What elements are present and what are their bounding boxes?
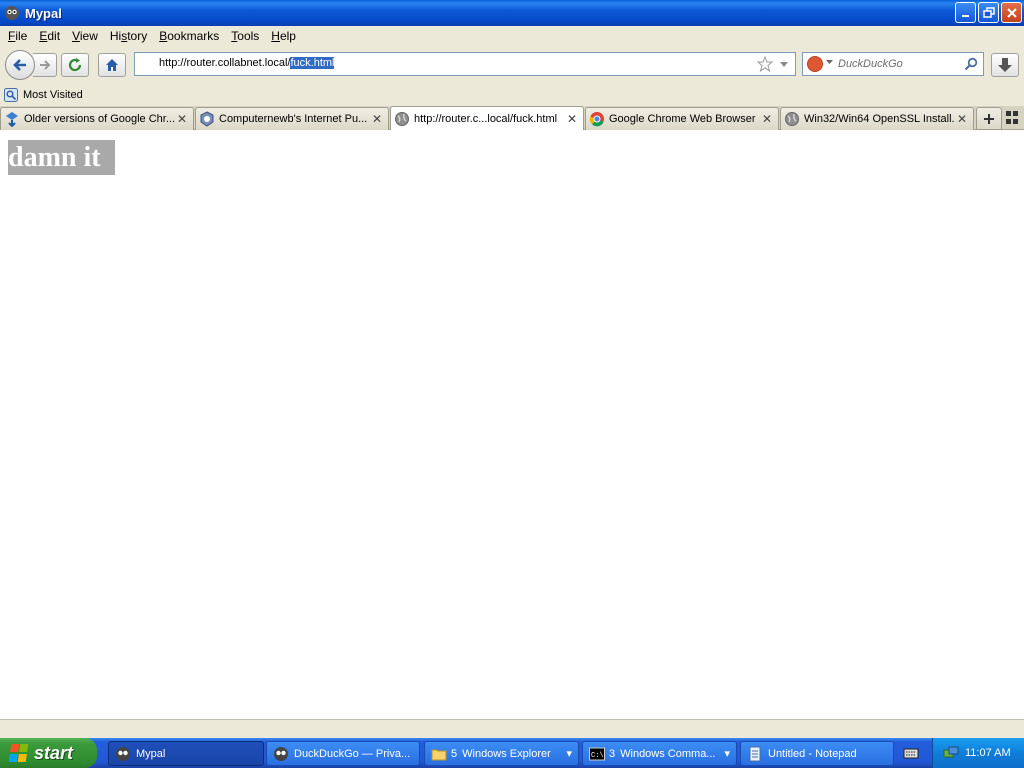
navigation-toolbar: http://router.collabnet.local/fuck.html … [0, 46, 1024, 84]
folder-icon [431, 749, 447, 760]
forward-arrow-icon [39, 60, 50, 70]
notepad-icon [749, 746, 761, 761]
tab-google-chrome[interactable]: Google Chrome Web Browser ✕ [585, 107, 779, 130]
chrome-favicon-icon [589, 112, 604, 127]
menu-view[interactable]: View [66, 29, 104, 43]
bookmark-star-icon[interactable] [757, 56, 773, 72]
address-bar[interactable]: http://router.collabnet.local/fuck.html [134, 52, 796, 76]
keyboard-icon[interactable] [903, 745, 919, 761]
url-history-dropdown-icon[interactable] [779, 57, 789, 71]
search-placeholder: DuckDuckGo [838, 58, 903, 70]
clock[interactable]: 11:07 AM [965, 747, 1011, 759]
computernewb-favicon-icon [200, 111, 214, 127]
system-tray: 11:07 AM [932, 738, 1024, 768]
menu-bar: File Edit View History Bookmarks Tools H… [0, 26, 1024, 46]
page-content: damn it [0, 131, 1024, 719]
task-label: Windows Explorer [462, 747, 551, 760]
status-bar [0, 719, 1024, 738]
reload-icon [68, 58, 82, 72]
home-button[interactable] [98, 53, 126, 77]
taskbar-item-mypal[interactable]: Mypal [108, 741, 264, 766]
task-label: Windows Comma... [620, 747, 716, 760]
back-button[interactable] [5, 50, 35, 80]
most-visited-folder-icon [4, 88, 18, 102]
taskbar-group-windows-explorer[interactable]: 5 Windows Explorer ▾ [424, 741, 579, 766]
duckduckgo-icon[interactable] [807, 56, 823, 72]
tab-label: Win32/Win64 OpenSSL Install... [804, 113, 955, 125]
tab-older-chrome-versions[interactable]: Older versions of Google Chr... ✕ [0, 107, 194, 130]
download-arrow-icon [998, 58, 1012, 72]
chevron-down-icon[interactable] [826, 60, 833, 65]
task-count: 3 [609, 747, 616, 760]
network-icon[interactable] [943, 745, 959, 761]
chevron-down-icon: ▾ [566, 748, 572, 760]
tab-label: Computernewb's Internet Pu... [219, 113, 368, 125]
close-button[interactable] [1001, 2, 1022, 23]
tab-label: Older versions of Google Chr... [24, 113, 175, 125]
tab-close-icon[interactable]: ✕ [175, 112, 189, 126]
start-button[interactable]: start [0, 738, 97, 768]
menu-history[interactable]: History [104, 29, 153, 43]
url-text: http://router.collabnet.local/fuck.html [159, 57, 335, 69]
tab-router-fuck-html[interactable]: http://router.c...local/fuck.html ✕ [390, 106, 584, 130]
windows-logo-icon [8, 744, 30, 762]
menu-file[interactable]: File [0, 29, 33, 43]
task-count: 5 [451, 747, 458, 760]
forward-button[interactable] [33, 53, 57, 77]
globe-icon [395, 111, 409, 126]
back-arrow-icon [13, 59, 26, 71]
title-bar: Mypal [0, 0, 1024, 26]
chevron-down-icon: ▾ [724, 748, 730, 760]
mypal-logo-icon [274, 746, 288, 761]
new-tab-button[interactable] [976, 107, 1002, 130]
start-label: start [34, 742, 74, 763]
command-prompt-icon: C:\ [589, 747, 605, 760]
close-icon [1006, 7, 1017, 18]
task-label: Mypal [136, 747, 166, 760]
tab-close-icon[interactable]: ✕ [370, 112, 384, 126]
bookmarks-toolbar: Most Visited [0, 84, 1024, 106]
plus-icon [984, 113, 994, 124]
search-bar[interactable]: DuckDuckGo [802, 52, 984, 76]
mypal-logo-icon [116, 746, 130, 761]
globe-icon [785, 112, 799, 126]
taskbar-item-duckduckgo[interactable]: DuckDuckGo — Priva... [266, 741, 420, 766]
bookmark-most-visited[interactable]: Most Visited [0, 88, 83, 102]
home-icon [106, 59, 118, 71]
tab-label: http://router.c...local/fuck.html [414, 112, 558, 125]
restore-button[interactable] [978, 2, 999, 23]
svg-text:C:\: C:\ [591, 752, 604, 760]
task-label: Untitled - Notepad [768, 747, 857, 760]
tab-label: Google Chrome Web Browser [609, 113, 756, 125]
menu-help[interactable]: Help [265, 29, 302, 43]
minimize-icon [961, 14, 969, 17]
downloads-button[interactable] [991, 53, 1019, 77]
tab-close-icon[interactable]: ✕ [760, 112, 774, 126]
restore-icon [982, 6, 995, 18]
tab-computernewb[interactable]: Computernewb's Internet Pu... ✕ [195, 107, 389, 130]
most-visited-label: Most Visited [23, 89, 83, 101]
minimize-button[interactable] [955, 2, 976, 23]
taskbar-item-notepad[interactable]: Untitled - Notepad [740, 741, 894, 766]
tab-strip: Older versions of Google Chr... ✕ Comput… [0, 106, 1024, 130]
page-heading: damn it [8, 140, 115, 175]
mypal-logo-icon [5, 6, 19, 20]
tab-openssl-installer[interactable]: Win32/Win64 OpenSSL Install... ✕ [780, 107, 974, 130]
search-icon[interactable] [964, 57, 978, 71]
window-title: Mypal [25, 5, 62, 21]
taskbar-group-command-prompt[interactable]: C:\ 3 Windows Comma... ▾ [582, 741, 737, 766]
menu-edit[interactable]: Edit [33, 29, 66, 43]
list-all-tabs-icon[interactable] [1006, 111, 1020, 125]
menu-tools[interactable]: Tools [225, 29, 265, 43]
tab-close-icon[interactable]: ✕ [565, 112, 579, 126]
menu-bookmarks[interactable]: Bookmarks [153, 29, 225, 43]
task-label: DuckDuckGo — Priva... [294, 747, 411, 760]
reload-button[interactable] [61, 53, 89, 77]
download-site-favicon-icon [6, 112, 18, 127]
tab-close-icon[interactable]: ✕ [955, 112, 969, 126]
taskbar: start Mypal DuckDuckGo — Priva... 5 Wind… [0, 738, 1024, 768]
